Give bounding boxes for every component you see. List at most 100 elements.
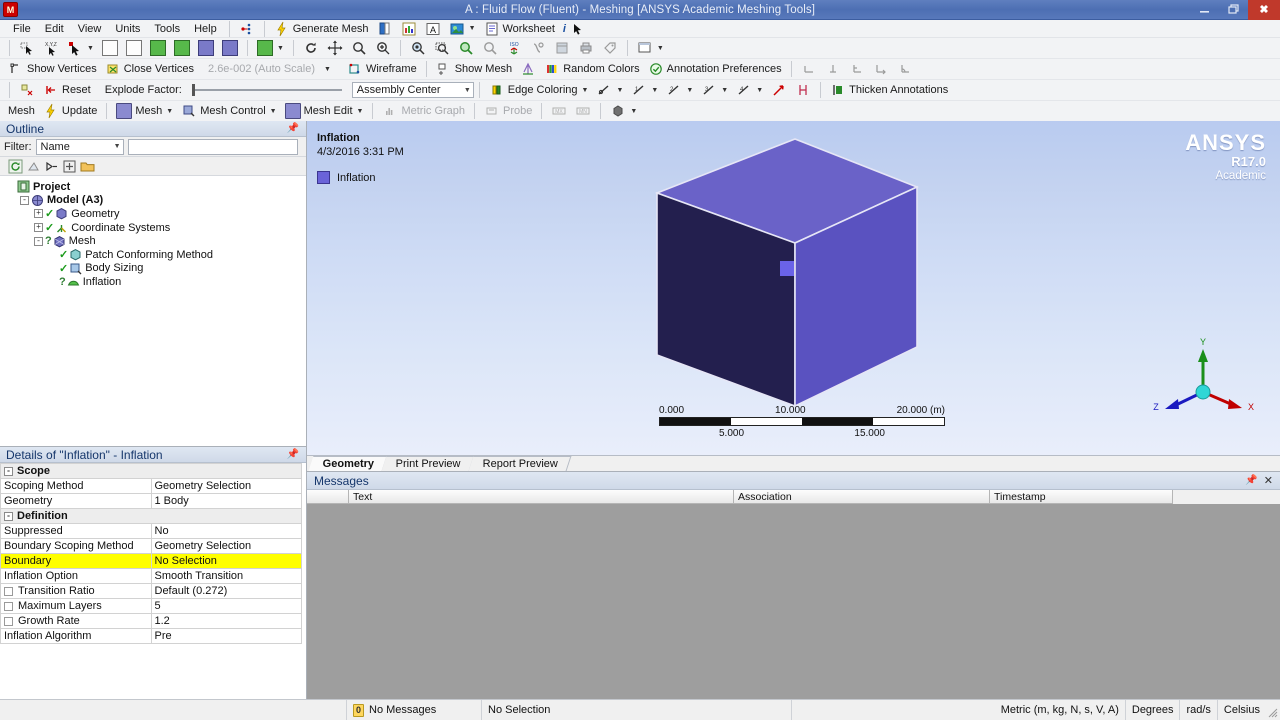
property-checkbox[interactable] [4,586,13,596]
zoom-in-button[interactable] [454,39,478,58]
menu-edit[interactable]: Edit [38,22,71,36]
coordinate-pick-button[interactable]: X,Y,Z [39,39,63,58]
wireframe-button[interactable]: Wireframe [343,60,421,79]
new-section-plane-button[interactable] [373,19,397,38]
menu-tools[interactable]: Tools [147,22,187,36]
chevron-down-icon[interactable]: ▼ [721,87,728,94]
tree-node-mesh[interactable]: -? Mesh [4,234,306,248]
chevron-down-icon[interactable]: ▼ [87,45,94,52]
resize-grip-icon[interactable] [1266,700,1280,720]
random-colors-button[interactable]: Random Colors [540,60,643,79]
status-messages-cell[interactable]: 0 No Messages [347,700,482,720]
details-property-value[interactable]: Geometry Selection [150,478,302,494]
close-icon[interactable]: ✕ [1261,474,1276,487]
close-vertices-button[interactable]: Close Vertices [101,60,198,79]
details-row[interactable]: Transition Ratio Default (0.272) [0,583,302,599]
edge-style-0-button[interactable]: ▼ [592,81,627,100]
select-node-button[interactable] [194,39,218,58]
viewport-layout-button[interactable]: ▼ [633,39,668,58]
edge-style-2-button[interactable]: 2 ▼ [662,81,697,100]
mesh-menu-label[interactable]: Mesh [4,102,39,121]
graphics-viewport[interactable]: Inflation 4/3/2016 3:31 PM Inflation ANS… [307,121,1280,455]
collapse-icon[interactable]: - [4,511,13,521]
worksheet-button[interactable]: Worksheet [480,19,559,38]
details-row[interactable]: Boundary No Selection [0,553,302,569]
tree-node-inflation[interactable]: ? Inflation [4,275,306,289]
tree-node-coordinate-systems[interactable]: + ✓ Coordinate Systems [4,221,306,235]
select-type-button[interactable]: ▼ [63,39,98,58]
chevron-down-icon[interactable]: ▼ [686,87,693,94]
expand-all-button[interactable] [62,159,77,174]
select-edge-button[interactable] [122,39,146,58]
tree-node-model-a3-[interactable]: - Model (A3) [4,194,306,208]
dimension-d-button[interactable] [845,60,869,79]
axis-triad[interactable]: Y X Z [1148,337,1258,427]
dimension-h-button[interactable] [797,60,821,79]
update-button[interactable]: Update [39,102,101,121]
select-face-button[interactable] [146,39,170,58]
show-vertices-button[interactable]: Show Vertices [4,60,101,79]
slider-knob[interactable] [191,84,195,96]
edge-style-4-button[interactable]: 4 ▼ [732,81,767,100]
close-button[interactable]: ✖ [1248,0,1280,20]
minimize-button[interactable] [1190,0,1219,20]
chart-button[interactable] [397,19,421,38]
details-property-value[interactable]: Default (0.272) [150,583,302,599]
shading-button[interactable]: ▼ [606,102,641,121]
connect-dots-button[interactable] [235,19,259,38]
zoom-window-button[interactable] [430,39,454,58]
collapse-icon[interactable]: - [34,236,43,246]
tree-node-geometry[interactable]: + ✓ Geometry [4,207,306,221]
annotation-preferences-button[interactable]: Annotation Preferences [644,60,786,79]
image-button[interactable]: ▼ [445,19,480,38]
details-row[interactable]: Inflation Option Smooth Transition [0,568,302,584]
collapse-icon[interactable]: - [20,195,29,205]
details-row[interactable]: Growth Rate 1.2 [0,613,302,629]
pin-icon[interactable]: 📌 [284,123,302,134]
chevron-down-icon[interactable]: ▼ [110,143,121,150]
details-row[interactable]: Inflation Algorithm Pre [0,628,302,644]
cube-geometry[interactable] [647,131,937,421]
set-view-button[interactable] [526,39,550,58]
details-row[interactable]: Maximum Layers 5 [0,598,302,614]
pin-icon[interactable]: 📌 [284,449,302,460]
chevron-down-icon[interactable]: ▼ [630,108,637,115]
chevron-down-icon[interactable]: ▼ [756,87,763,94]
restore-button[interactable] [1219,0,1248,20]
viewport-tab-geometry[interactable]: Geometry [308,456,388,471]
details-property-value[interactable]: Smooth Transition [150,568,302,584]
chevron-down-icon[interactable]: ▼ [324,66,331,73]
tree-node-patch-conforming-method[interactable]: ✓ Patch Conforming Method [4,248,306,262]
explode-factor-slider[interactable] [191,84,342,96]
assembly-center-dropdown[interactable]: Assembly Center ▼ [351,82,474,98]
expand-tree-button[interactable] [26,159,41,174]
selected-face-marker[interactable] [780,261,794,276]
metric-graph-button[interactable]: Metric Graph [378,102,469,121]
collapse-icon[interactable]: - [4,466,13,476]
zoom-button[interactable] [347,39,371,58]
explode-view-button[interactable] [15,81,39,100]
view-cube-button[interactable] [550,39,574,58]
tree-expander-slot[interactable]: + [32,223,45,233]
folder-button[interactable] [80,159,95,174]
messages-column-header[interactable]: Association [734,490,990,504]
messages-column-header[interactable]: Text [349,490,734,504]
chevron-down-icon[interactable]: ▼ [469,25,476,32]
pan-button[interactable] [323,39,347,58]
reset-explode-button[interactable]: Reset [39,81,95,100]
property-checkbox[interactable] [4,616,13,626]
tree-node-project[interactable]: Project [4,180,306,194]
chevron-down-icon[interactable]: ▼ [357,108,364,115]
dimension-a-button[interactable] [893,60,917,79]
chevron-down-icon[interactable]: ▼ [460,87,471,94]
filter-type-dropdown[interactable]: Name ▼ [35,138,124,155]
messages-rows[interactable] [307,504,1280,699]
details-property-value[interactable]: No [150,523,302,539]
select-mode-button[interactable] [15,39,39,58]
details-row[interactable]: Scoping Method Geometry Selection [0,478,302,494]
tree-expander-slot[interactable]: - [32,236,45,246]
thicken-annotations-button[interactable]: Thicken Annotations [826,81,952,100]
info-button[interactable]: i [559,19,589,38]
thickness-button[interactable] [791,81,815,100]
details-property-value[interactable]: 5 [150,598,302,614]
